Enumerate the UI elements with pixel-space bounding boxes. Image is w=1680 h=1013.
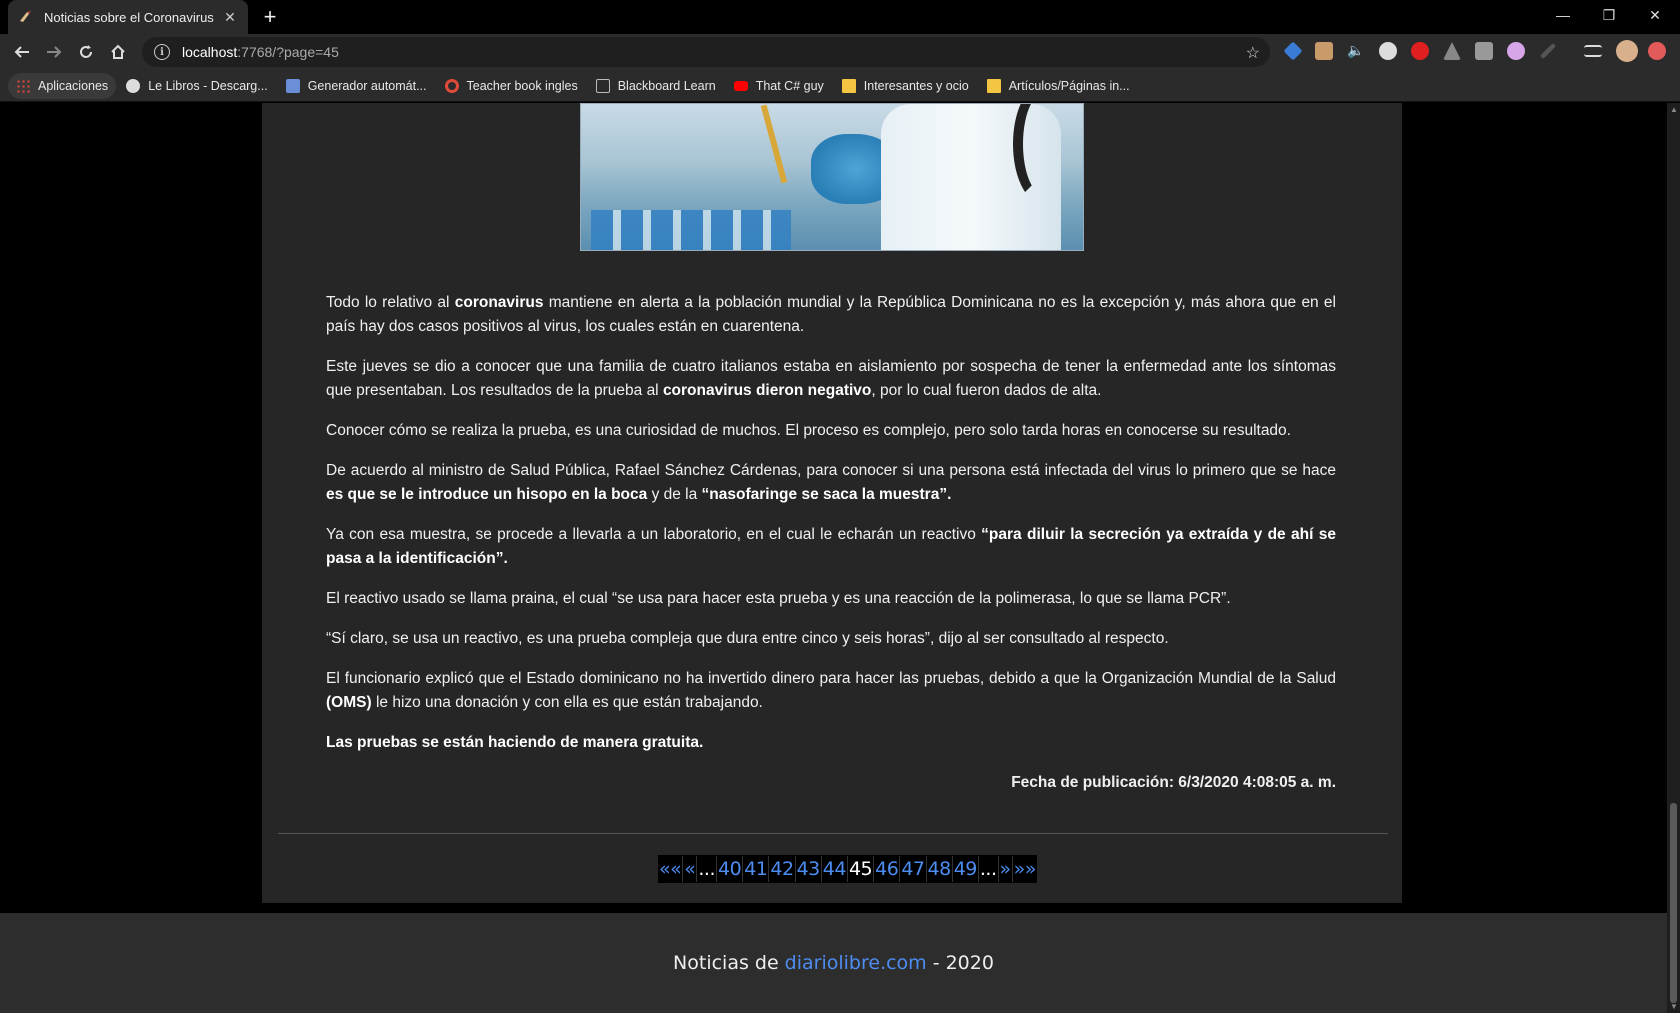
pagination-last[interactable]: »» bbox=[1013, 858, 1037, 880]
extension-chat-icon[interactable] bbox=[1379, 42, 1397, 60]
article-photo-lab-scientist bbox=[580, 103, 1084, 251]
bookmark-apps[interactable]: Aplicaciones bbox=[8, 72, 117, 99]
extension-owl-icon[interactable] bbox=[1507, 42, 1525, 60]
browser-tab[interactable]: Noticias sobre el Coronavirus ✕ bbox=[8, 0, 248, 34]
apps-grid-icon bbox=[16, 78, 30, 93]
pagination-page[interactable]: 48 bbox=[927, 858, 952, 880]
close-tab-icon[interactable]: ✕ bbox=[222, 9, 238, 25]
youtube-icon bbox=[733, 80, 748, 91]
bookmark-label: Teacher book ingles bbox=[466, 78, 578, 93]
pagination-page[interactable]: 43 bbox=[796, 858, 821, 880]
bookmark-that-csharp-guy[interactable]: That C# guy bbox=[726, 73, 832, 99]
article-paragraph: Ya con esa muestra, se procede a llevarl… bbox=[326, 526, 1336, 567]
page-viewport: Todo lo relativo al coronavirus mantiene… bbox=[0, 103, 1667, 1013]
bookmark-label: Generador automát... bbox=[307, 78, 427, 93]
bookmark-star-icon[interactable]: ☆ bbox=[1246, 43, 1260, 63]
scrollbar-thumb[interactable] bbox=[1670, 803, 1677, 1003]
folder-icon bbox=[841, 78, 856, 93]
scroll-up-icon[interactable]: ▲ bbox=[1670, 105, 1678, 114]
profile-avatar[interactable] bbox=[1616, 40, 1638, 62]
pagination: «« « ... 40 41 42 43 44 45 46 47 48 49 .… bbox=[658, 855, 1037, 883]
bookmark-label: Aplicaciones bbox=[38, 78, 109, 93]
extension-speaker-icon[interactable]: 🔈 bbox=[1347, 42, 1365, 60]
address-bar[interactable]: i localhost:7768/?page=45 ☆ bbox=[142, 37, 1270, 67]
globe-icon bbox=[126, 78, 141, 93]
bookmark-label: That C# guy bbox=[755, 78, 824, 93]
article-paragraph: Todo lo relativo al coronavirus mantiene… bbox=[326, 294, 1336, 335]
article-paragraph: Este jueves se dio a conocer que una fam… bbox=[326, 358, 1336, 399]
document-icon bbox=[285, 78, 300, 93]
forward-arrow-icon[interactable] bbox=[38, 36, 70, 68]
media-queue-icon[interactable] bbox=[1584, 45, 1602, 57]
extension-copy-icon[interactable] bbox=[1475, 42, 1493, 60]
folder-icon bbox=[986, 78, 1001, 93]
tab-title: Noticias sobre el Coronavirus bbox=[44, 9, 214, 25]
newspaper-favicon-icon bbox=[18, 9, 34, 25]
article-paragraph: Las pruebas se están haciendo de manera … bbox=[326, 734, 704, 751]
pagination-first[interactable]: «« bbox=[658, 858, 682, 880]
pagination-ellipsis: ... bbox=[979, 858, 997, 880]
browser-toolbar: i localhost:7768/?page=45 ☆ 🔈 bbox=[0, 34, 1680, 70]
footer-source-link[interactable]: diariolibre.com bbox=[785, 952, 927, 974]
pagination-prev[interactable]: « bbox=[683, 858, 696, 880]
extension-pen-icon[interactable] bbox=[1540, 43, 1556, 59]
publication-date: Fecha de publicación: 6/3/2020 4:08:05 a… bbox=[1011, 774, 1336, 791]
footer-prefix: Noticias de bbox=[673, 952, 779, 974]
article-paragraph: El reactivo usado se llama praina, el cu… bbox=[326, 590, 1231, 607]
target-icon bbox=[444, 78, 459, 93]
article-paragraph: El funcionario explicó que el Estado dom… bbox=[326, 670, 1336, 711]
extension-drive-icon[interactable] bbox=[1443, 42, 1461, 60]
blackboard-icon bbox=[595, 78, 610, 93]
page-scrollbar[interactable]: ▲ ▼ bbox=[1667, 103, 1680, 1013]
photo-bottles bbox=[591, 210, 791, 250]
extension-diamond-icon[interactable] bbox=[1283, 41, 1303, 61]
pagination-page[interactable]: 42 bbox=[769, 858, 794, 880]
page-footer: Noticias de diariolibre.com - 2020 bbox=[0, 913, 1667, 1013]
pagination-page[interactable]: 47 bbox=[900, 858, 925, 880]
extension-face-icon[interactable] bbox=[1315, 42, 1333, 60]
bookmark-folder-articulos[interactable]: Artículos/Páginas in... bbox=[979, 73, 1138, 99]
url-host: localhost bbox=[182, 44, 238, 60]
home-icon[interactable] bbox=[102, 36, 134, 68]
close-window-icon[interactable]: ✕ bbox=[1632, 0, 1678, 30]
photo-test-tube bbox=[760, 104, 788, 184]
bookmark-label: Artículos/Páginas in... bbox=[1008, 78, 1130, 93]
bookmark-label: Blackboard Learn bbox=[617, 78, 716, 93]
new-tab-button[interactable]: + bbox=[258, 4, 282, 29]
article-paragraph: “Sí claro, se usa un reactivo, es una pr… bbox=[326, 630, 1169, 647]
pagination-next[interactable]: » bbox=[999, 858, 1012, 880]
site-info-icon[interactable]: i bbox=[154, 44, 170, 60]
pagination-page[interactable]: 46 bbox=[874, 858, 899, 880]
bookmark-generador[interactable]: Generador automát... bbox=[278, 73, 435, 99]
pagination-current-page: 45 bbox=[848, 858, 873, 880]
article-panel: Todo lo relativo al coronavirus mantiene… bbox=[262, 103, 1402, 903]
minimize-window-icon[interactable]: — bbox=[1540, 0, 1586, 30]
article-paragraph: De acuerdo al ministro de Salud Pública,… bbox=[326, 462, 1336, 503]
divider bbox=[278, 833, 1388, 834]
url-path: :7768/?page=45 bbox=[237, 44, 339, 60]
bookmark-label: Interesantes y ocio bbox=[863, 78, 969, 93]
pagination-page[interactable]: 40 bbox=[717, 858, 742, 880]
bookmark-label: Le Libros - Descarg... bbox=[148, 78, 268, 93]
back-arrow-icon[interactable] bbox=[6, 36, 38, 68]
tab-strip: Noticias sobre el Coronavirus ✕ + — ❐ ✕ bbox=[0, 0, 1680, 34]
bookmark-le-libros[interactable]: Le Libros - Descarg... bbox=[118, 73, 276, 99]
scroll-down-icon[interactable]: ▼ bbox=[1670, 1002, 1678, 1011]
pagination-page[interactable]: 49 bbox=[953, 858, 978, 880]
pagination-page[interactable]: 41 bbox=[743, 858, 768, 880]
restore-window-icon[interactable]: ❐ bbox=[1586, 0, 1632, 30]
footer-suffix: - 2020 bbox=[932, 952, 994, 974]
article-paragraph: Conocer cómo se realiza la prueba, es un… bbox=[326, 422, 1291, 439]
pagination-ellipsis: ... bbox=[698, 858, 715, 880]
extension-stop-icon[interactable] bbox=[1411, 42, 1429, 60]
bookmark-blackboard[interactable]: Blackboard Learn bbox=[588, 73, 724, 99]
pagination-page[interactable]: 44 bbox=[822, 858, 847, 880]
reload-icon[interactable] bbox=[70, 36, 102, 68]
bookmarks-bar: Aplicaciones Le Libros - Descarg... Gene… bbox=[0, 70, 1680, 102]
bookmark-folder-interesantes[interactable]: Interesantes y ocio bbox=[834, 73, 977, 99]
update-menu-icon[interactable] bbox=[1648, 42, 1666, 60]
article-body: Todo lo relativo al coronavirus mantiene… bbox=[326, 291, 1336, 795]
bookmark-teacher-book[interactable]: Teacher book ingles bbox=[437, 73, 586, 99]
